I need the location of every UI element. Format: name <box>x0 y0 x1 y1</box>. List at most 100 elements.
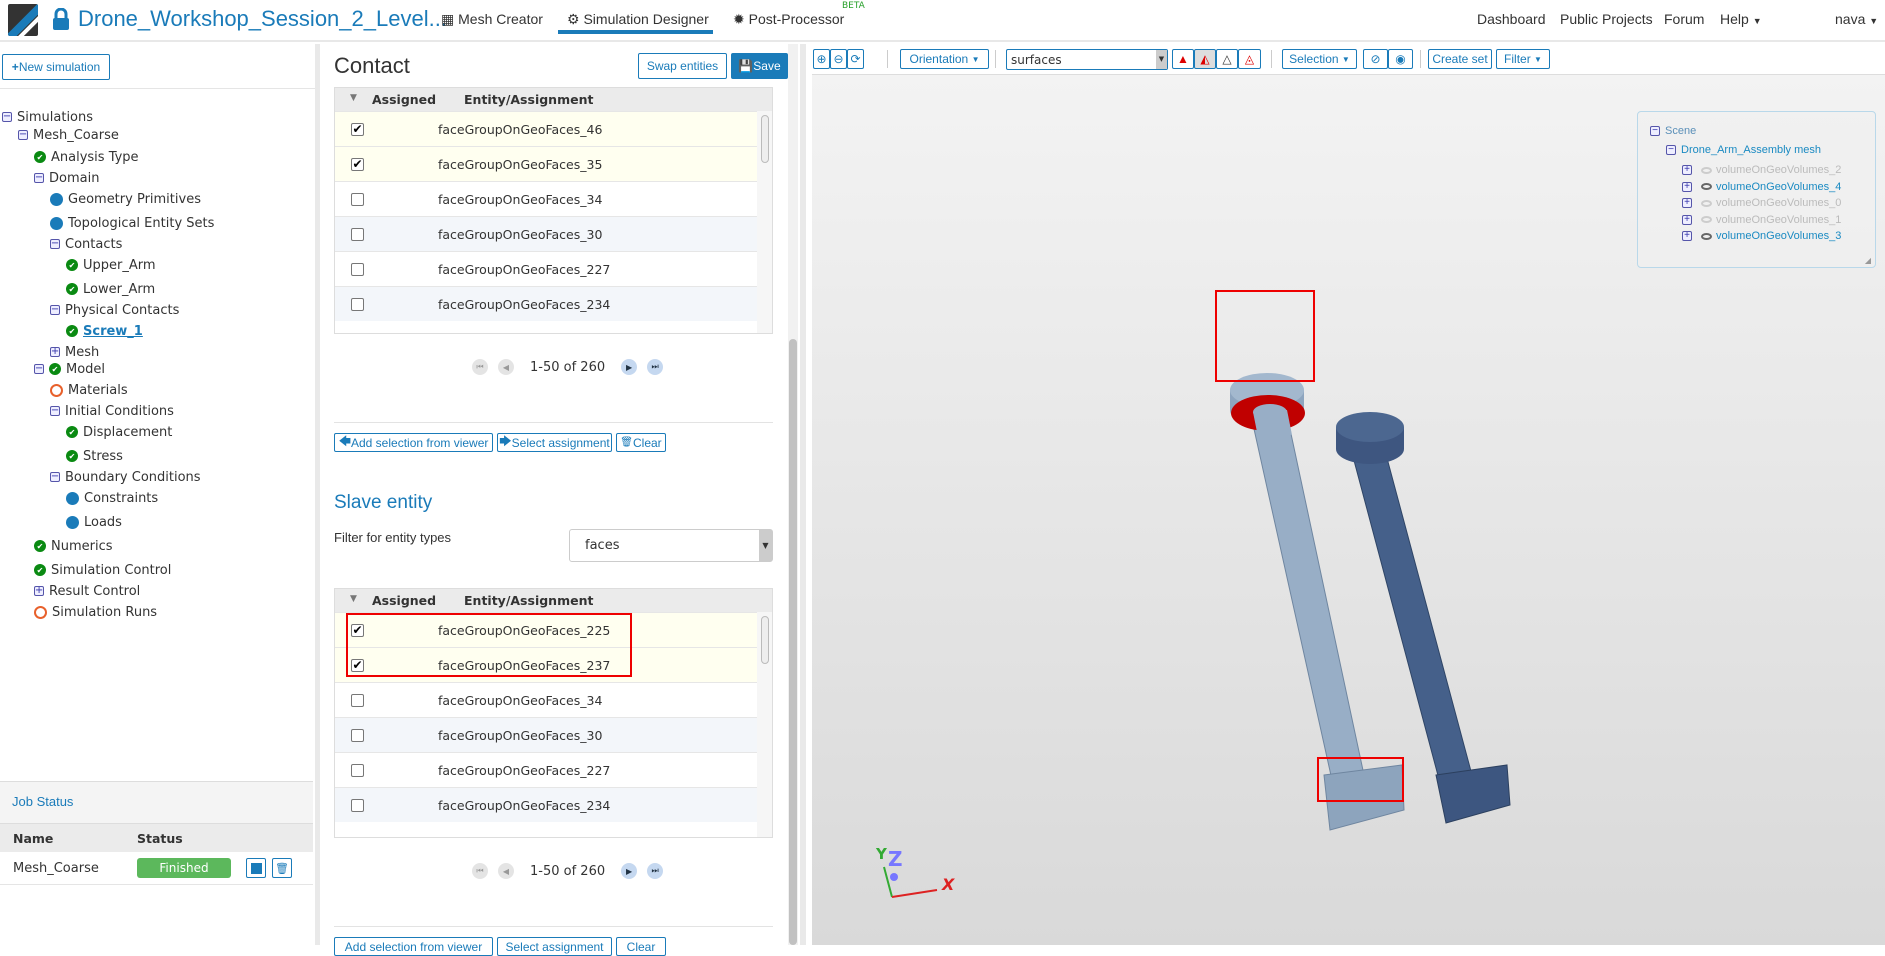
sort-caret-icon[interactable]: ▼ <box>350 594 357 604</box>
table-row[interactable]: faceGroupOnGeoFaces_227 <box>335 251 759 286</box>
tree-item-loads[interactable]: Loads <box>66 513 122 531</box>
panel-scrollbar[interactable] <box>788 44 798 945</box>
resize-handle-icon[interactable]: ◢ <box>1865 256 1871 265</box>
scene-volume-item[interactable]: + volumeOnGeoVolumes_2 <box>1682 164 1841 176</box>
tree-item-simulation-runs[interactable]: Simulation Runs <box>34 603 157 621</box>
selection-dropdown[interactable]: Selection ▼ <box>1282 49 1357 69</box>
collapse-icon[interactable]: − <box>34 173 44 183</box>
scene-mesh[interactable]: − Drone_Arm_Assembly mesh <box>1666 144 1821 156</box>
table-row[interactable]: faceGroupOnGeoFaces_234 <box>335 787 759 822</box>
tree-item-simulations[interactable]: − Simulations <box>2 108 93 126</box>
assigned-checkbox[interactable] <box>351 799 364 812</box>
nav-public-projects[interactable]: Public Projects <box>1560 11 1653 27</box>
tree-item-upper-arm[interactable]: ✔ Upper_Arm <box>66 256 156 274</box>
add-selection-from-viewer-button[interactable]: 🡄 Add selection from viewer <box>334 433 493 452</box>
tab-post-processor[interactable]: ✹ Post-Processor <box>733 11 844 28</box>
expand-icon[interactable]: + <box>1682 214 1692 225</box>
collapse-icon[interactable]: − <box>50 406 60 416</box>
expand-icon[interactable]: + <box>34 586 44 596</box>
collapse-icon[interactable]: − <box>1650 126 1660 136</box>
table-row[interactable]: ✔ faceGroupOnGeoFaces_46 <box>335 111 759 146</box>
assigned-checkbox[interactable] <box>351 694 364 707</box>
select-assignment-button[interactable]: 🡆 Select assignment <box>497 433 612 452</box>
reset-view-button[interactable]: ⟳ <box>847 49 864 69</box>
tree-item-domain[interactable]: − Domain <box>34 169 99 187</box>
assigned-checkbox[interactable] <box>351 228 364 241</box>
table-row[interactable]: faceGroupOnGeoFaces_34 <box>335 682 759 717</box>
first-page-icon[interactable]: ⏮ <box>472 863 488 879</box>
expand-icon[interactable]: + <box>1682 165 1692 175</box>
tree-item-result-control[interactable]: + Result Control <box>34 582 140 600</box>
render-solid-edges-button[interactable]: ◭ <box>1194 49 1216 69</box>
tab-simulation-designer[interactable]: ⚙ Simulation Designer <box>567 11 709 28</box>
eye-icon[interactable] <box>1701 166 1712 174</box>
zoom-out-button[interactable]: ⊖ <box>830 49 847 69</box>
expand-icon[interactable]: + <box>1682 198 1692 208</box>
select-assignment-button[interactable]: Select assignment <box>497 937 612 956</box>
scene-volume-item[interactable]: + volumeOnGeoVolumes_4 <box>1682 181 1841 193</box>
sort-caret-icon[interactable]: ▼ <box>350 93 357 103</box>
tree-item-screw-1[interactable]: ✔ Screw_1 <box>66 322 143 340</box>
tree-item-displacement[interactable]: ✔ Displacement <box>66 423 172 441</box>
clear-button[interactable]: 🗑 Clear <box>616 433 666 452</box>
swap-entities-button[interactable]: Swap entities <box>638 53 727 79</box>
collapse-icon[interactable]: − <box>50 239 60 249</box>
show-all-button[interactable]: ◉ <box>1388 49 1413 69</box>
project-title[interactable]: Drone_Workshop_Session_2_Level... <box>78 6 447 32</box>
collapse-icon[interactable]: − <box>34 364 44 374</box>
create-set-button[interactable]: Create set <box>1428 49 1492 69</box>
tree-item-geometry-primitives[interactable]: Geometry Primitives <box>50 190 201 208</box>
viewer-splitter[interactable] <box>800 44 806 945</box>
tree-item-lower-arm[interactable]: ✔ Lower_Arm <box>66 280 155 298</box>
tree-item-mesh-coarse[interactable]: − Mesh_Coarse <box>18 126 119 144</box>
eye-icon[interactable] <box>1701 199 1712 207</box>
orientation-dropdown[interactable]: Orientation ▼ <box>900 49 989 69</box>
stop-job-button[interactable] <box>246 858 266 878</box>
new-simulation-button[interactable]: + New simulation <box>2 54 110 80</box>
scene-volume-item[interactable]: + volumeOnGeoVolumes_0 <box>1682 197 1841 209</box>
expand-icon[interactable]: + <box>1682 181 1692 192</box>
assigned-checkbox[interactable] <box>351 263 364 276</box>
tree-item-simulation-control[interactable]: ✔ Simulation Control <box>34 561 171 579</box>
tab-mesh-creator[interactable]: ▦ Mesh Creator <box>441 11 543 28</box>
collapse-icon[interactable]: − <box>18 130 28 140</box>
prev-page-icon[interactable]: ◀ <box>498 863 514 879</box>
eye-icon[interactable] <box>1701 183 1712 190</box>
tree-item-numerics[interactable]: ✔ Numerics <box>34 537 113 555</box>
nav-dashboard[interactable]: Dashboard <box>1477 11 1546 27</box>
table-row[interactable]: faceGroupOnGeoFaces_30 <box>335 216 759 251</box>
expand-icon[interactable]: + <box>50 347 60 357</box>
delete-job-button[interactable]: 🗑 <box>272 858 292 878</box>
expand-icon[interactable]: + <box>1682 231 1692 241</box>
collapse-icon[interactable]: − <box>50 305 60 315</box>
tree-item-mesh[interactable]: + Mesh <box>50 343 99 361</box>
table-row[interactable]: faceGroupOnGeoFaces_234 <box>335 286 759 321</box>
filter-dropdown[interactable]: Filter ▼ <box>1496 49 1550 69</box>
scene-volume-item[interactable]: + volumeOnGeoVolumes_1 <box>1682 214 1841 226</box>
tree-item-materials[interactable]: Materials <box>50 381 128 399</box>
assigned-checkbox[interactable] <box>351 193 364 206</box>
next-page-icon[interactable]: ▶ <box>621 359 638 375</box>
app-logo[interactable] <box>8 4 38 36</box>
assigned-checkbox[interactable] <box>351 729 364 742</box>
tree-item-topological-entity-sets[interactable]: Topological Entity Sets <box>50 214 214 232</box>
add-selection-from-viewer-button[interactable]: Add selection from viewer <box>334 937 493 956</box>
tree-item-physical-contacts[interactable]: − Physical Contacts <box>50 301 179 319</box>
table-row[interactable]: faceGroupOnGeoFaces_34 <box>335 181 759 216</box>
clear-button[interactable]: Clear <box>616 937 666 956</box>
eye-icon[interactable] <box>1701 232 1712 240</box>
table-scrollbar[interactable] <box>757 111 772 333</box>
nav-forum[interactable]: Forum <box>1664 11 1704 27</box>
table-scrollbar[interactable] <box>757 612 772 837</box>
table-row[interactable]: faceGroupOnGeoFaces_30 <box>335 717 759 752</box>
table-row[interactable]: faceGroupOnGeoFaces_227 <box>335 752 759 787</box>
save-button[interactable]: 💾 Save <box>731 53 788 79</box>
tree-item-analysis-type[interactable]: ✔ Analysis Type <box>34 148 139 166</box>
eye-icon[interactable] <box>1701 216 1712 223</box>
tree-item-initial-conditions[interactable]: − Initial Conditions <box>50 402 174 420</box>
table-row[interactable]: ✔ faceGroupOnGeoFaces_35 <box>335 146 759 181</box>
assigned-checkbox[interactable] <box>351 298 364 311</box>
collapse-icon[interactable]: − <box>50 472 60 482</box>
last-page-icon[interactable]: ⏭ <box>647 359 664 375</box>
next-page-icon[interactable]: ▶ <box>621 863 638 879</box>
